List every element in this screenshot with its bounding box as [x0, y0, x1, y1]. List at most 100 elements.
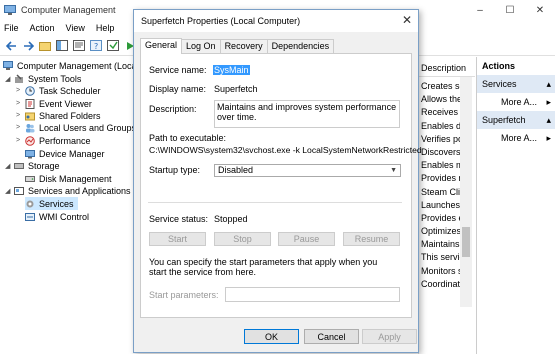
tab-general[interactable]: General [140, 38, 183, 54]
export-list-icon[interactable] [106, 39, 120, 53]
cancel-button[interactable]: Cancel [304, 329, 359, 344]
column-header-description[interactable]: Description [419, 57, 475, 77]
display-name-label: Display name: [149, 84, 207, 94]
tree-label: Performance [39, 135, 91, 146]
startup-type-value: Disabled [218, 165, 254, 175]
clock-icon [25, 85, 35, 96]
properties-icon[interactable] [72, 39, 86, 53]
chevron-right-icon[interactable]: > [16, 100, 25, 107]
dialog-title-bar: Superfetch Properties (Local Computer) [134, 10, 418, 32]
chevron-right-icon: ▸ [546, 133, 551, 143]
tree-item-root[interactable]: Computer Management (Local [3, 59, 139, 72]
tree-label: Event Viewer [39, 98, 92, 109]
tree-item-performance[interactable]: > Performance [16, 134, 91, 147]
tree-label: WMI Control [39, 211, 90, 222]
forward-icon[interactable] [21, 39, 35, 53]
help-icon[interactable]: ? [89, 39, 103, 53]
actions-header: Actions [482, 61, 516, 71]
maximize-icon[interactable]: ☐ [495, 0, 525, 20]
tab-log-on[interactable]: Log On [181, 39, 221, 53]
tree-item-wmi[interactable]: WMI Control [25, 210, 89, 223]
description-field[interactable]: Maintains and improves system performanc… [214, 100, 400, 128]
minimize-icon[interactable]: – [465, 0, 495, 20]
startup-type-label: Startup type: [149, 165, 201, 175]
path-label: Path to executable: [149, 133, 227, 143]
tree-label: Device Manager [39, 148, 105, 159]
resume-button[interactable]: Resume [343, 232, 400, 246]
menu-file[interactable]: File [4, 23, 19, 33]
tab-recovery[interactable]: Recovery [219, 39, 268, 53]
collapse-up-icon[interactable]: ▴ [546, 79, 551, 93]
chevron-down-icon[interactable]: ◢ [5, 187, 14, 195]
performance-icon [25, 135, 35, 146]
users-icon [26, 123, 35, 132]
svg-text:?: ? [94, 42, 98, 51]
tree-item-storage[interactable]: ◢ Storage [5, 159, 60, 172]
properties-dialog: Superfetch Properties (Local Computer) ✕… [133, 9, 422, 353]
tree-item-local-users[interactable]: > Local Users and Groups [16, 121, 136, 134]
tools-icon [15, 73, 23, 83]
dialog-title: Superfetch Properties (Local Computer) [141, 16, 301, 26]
close-icon[interactable]: ✕ [402, 13, 412, 27]
console-tree: Computer Management (Local ◢ System Tool… [0, 57, 139, 354]
wmi-icon [25, 212, 35, 221]
storage-icon [14, 162, 24, 169]
service-name-value[interactable]: SysMain [213, 65, 250, 75]
service-status-value: Stopped [214, 214, 248, 224]
menu-view[interactable]: View [66, 23, 85, 33]
service-name-label: Service name: [149, 65, 207, 75]
tree-label: Disk Management [39, 173, 112, 184]
tree-label: Storage [28, 160, 60, 171]
description-label: Description: [149, 104, 197, 114]
up-folder-icon[interactable] [38, 39, 52, 53]
scrollbar-thumb[interactable] [462, 227, 470, 257]
close-icon[interactable]: ✕ [525, 0, 555, 20]
actions-section-services[interactable]: Services ▴ [477, 75, 555, 93]
start-params-hint: You can specify the start parameters tha… [149, 257, 378, 277]
chevron-right-icon[interactable]: > [16, 124, 25, 131]
collapse-up-icon[interactable]: ▴ [546, 115, 551, 129]
tree-label: Local Users and Groups [39, 122, 137, 133]
menu-action[interactable]: Action [30, 23, 55, 33]
path-value[interactable]: C:\WINDOWS\system32\svchost.exe -k Local… [149, 145, 422, 155]
shared-folder-icon [25, 112, 35, 120]
tree-label: Shared Folders [39, 110, 101, 121]
pause-button[interactable]: Pause [278, 232, 335, 246]
disk-icon [25, 175, 35, 182]
chevron-down-icon[interactable]: ◢ [5, 162, 14, 170]
tab-dependencies[interactable]: Dependencies [266, 39, 335, 53]
tree-item-task-scheduler[interactable]: > Task Scheduler [16, 84, 101, 97]
tree-item-services[interactable]: Services [25, 197, 78, 210]
actions-section-superfetch[interactable]: Superfetch ▴ [477, 111, 555, 129]
event-log-icon [25, 98, 35, 109]
apply-button[interactable]: Apply [362, 329, 417, 344]
more-actions-label: More A... [501, 97, 538, 107]
device-manager-icon [25, 149, 35, 158]
start-params-label: Start parameters: [149, 290, 219, 300]
start-params-input[interactable] [225, 287, 400, 302]
window-controls: – ☐ ✕ [465, 0, 555, 20]
tree-item-services-apps[interactable]: ◢ Services and Applications [5, 184, 131, 197]
list-scrollbar[interactable] [460, 77, 472, 307]
tree-label: Computer Management (Local [17, 60, 139, 71]
display-name-value[interactable]: Superfetch [214, 84, 258, 94]
show-hide-tree-icon[interactable] [55, 39, 69, 53]
dialog-tabs: General Log On Recovery Dependencies [140, 38, 335, 54]
chevron-right-icon[interactable]: > [16, 137, 25, 144]
startup-type-select[interactable]: Disabled ▼ [214, 164, 401, 177]
menu-help[interactable]: Help [96, 23, 115, 33]
services-apps-icon [14, 186, 24, 195]
general-panel: Service name: SysMain Display name: Supe… [140, 53, 422, 318]
chevron-right-icon[interactable]: > [16, 87, 25, 94]
actions-more-superfetch[interactable]: More A... ▸ [477, 129, 555, 147]
start-button[interactable]: Start [149, 232, 206, 246]
ok-button[interactable]: OK [244, 329, 299, 344]
actions-pane: Actions Services ▴ More A... ▸ Superfetc… [476, 57, 555, 354]
back-icon[interactable] [4, 39, 18, 53]
chevron-down-icon[interactable]: ◢ [5, 75, 14, 83]
divider [148, 202, 402, 203]
stop-button[interactable]: Stop [214, 232, 271, 246]
chevron-right-icon: ▸ [546, 97, 551, 107]
chevron-right-icon[interactable]: > [16, 112, 25, 119]
actions-more-services[interactable]: More A... ▸ [477, 93, 555, 111]
